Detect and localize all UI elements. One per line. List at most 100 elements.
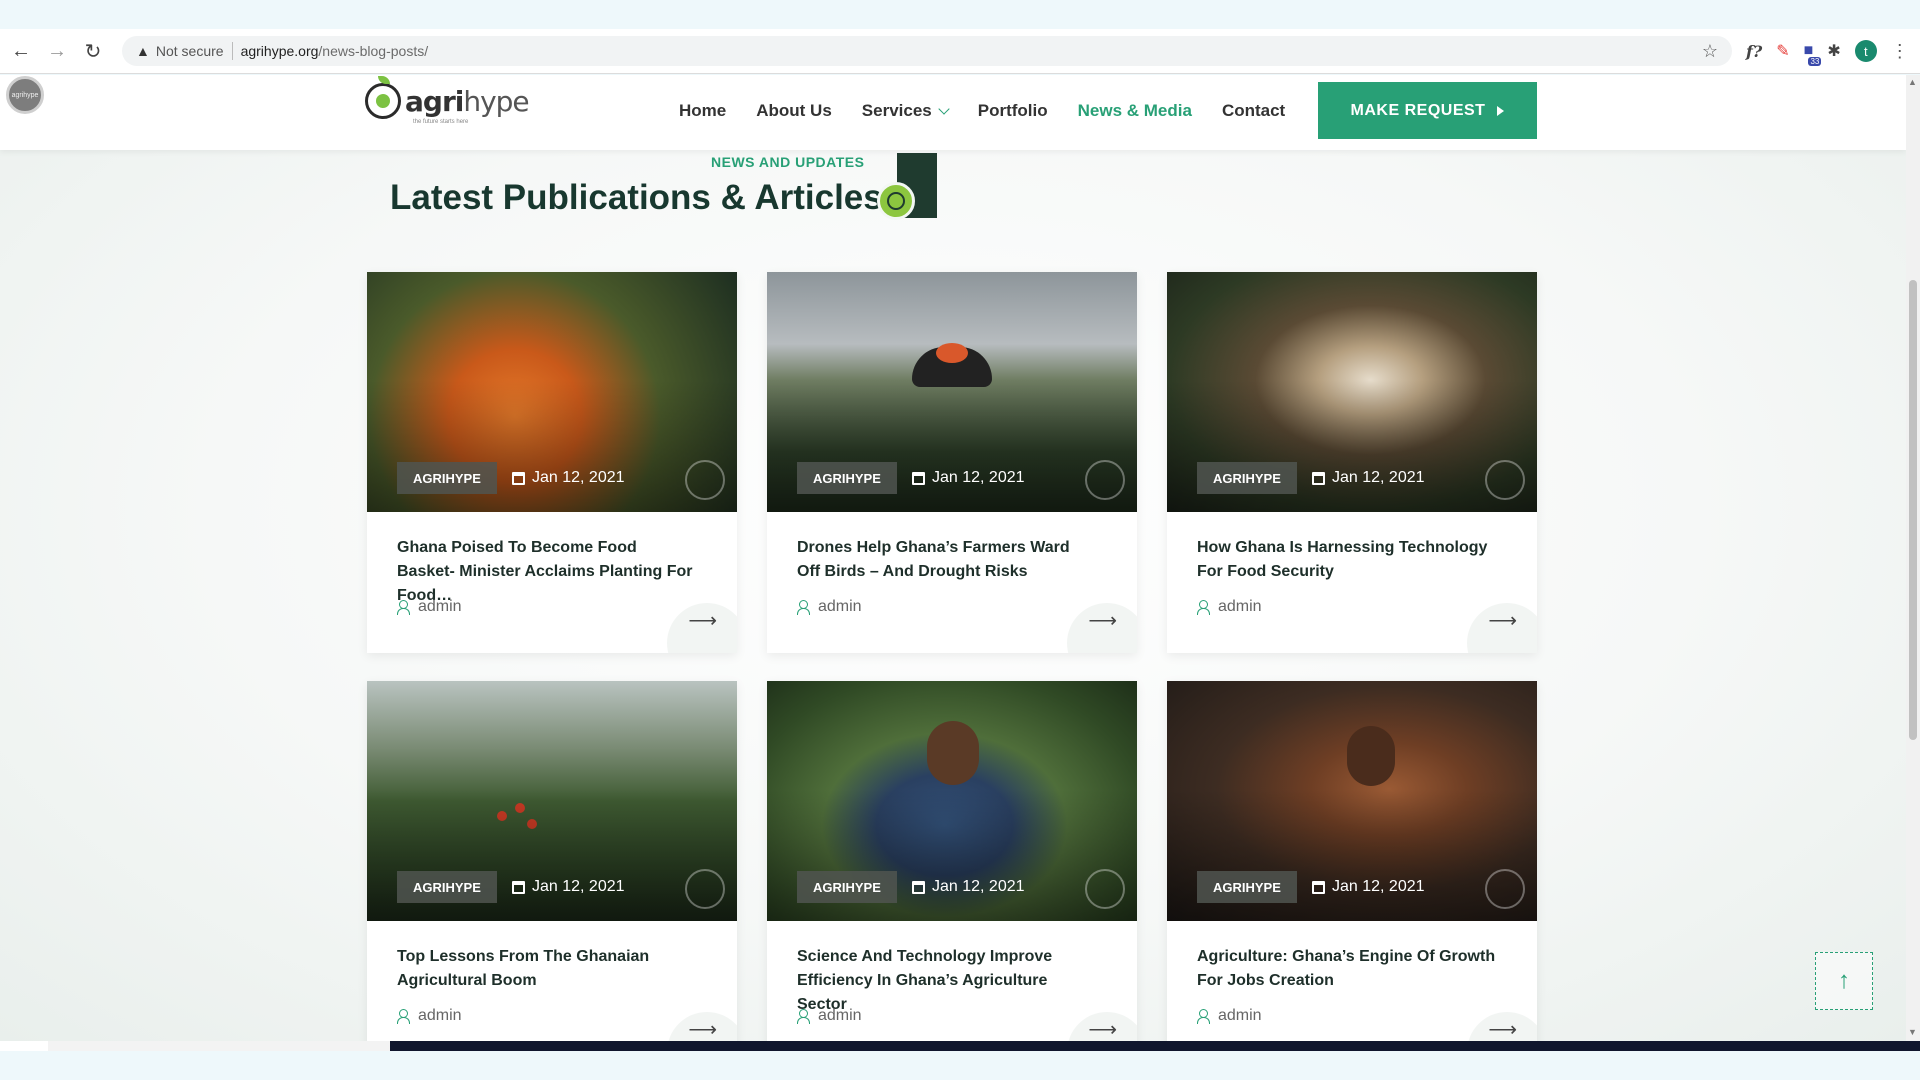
calendar-icon	[912, 880, 925, 894]
calendar-icon	[512, 471, 525, 485]
post-card[interactable]: AGRIHYPE Jan 12, 2021 Ghana Poised To Be…	[367, 272, 737, 653]
start-button[interactable]	[0, 1041, 48, 1051]
arrow-right-icon[interactable]: ⟶	[1488, 1017, 1517, 1041]
url-host: agrihype.org	[240, 43, 319, 59]
user-icon	[1197, 1009, 1210, 1024]
post-category-tag[interactable]: AGRIHYPE	[397, 462, 497, 494]
user-icon	[797, 600, 810, 615]
post-card[interactable]: AGRIHYPE Jan 12, 2021 Agriculture: Ghana…	[1167, 681, 1537, 1041]
post-title[interactable]: How Ghana Is Harnessing Technology For F…	[1197, 536, 1497, 584]
nav-contact[interactable]: Contact	[1222, 101, 1285, 121]
post-title[interactable]: Drones Help Ghana’s Farmers Ward Off Bir…	[797, 536, 1097, 584]
nav-home[interactable]: Home	[679, 101, 726, 121]
chevron-down-icon	[938, 103, 950, 115]
post-author: admin	[397, 1007, 462, 1025]
calendar-icon	[512, 880, 525, 894]
profile-avatar[interactable]: t	[1854, 40, 1877, 62]
warning-icon: ▲	[136, 43, 150, 59]
arrow-right-icon[interactable]: ⟶	[688, 1017, 717, 1041]
address-divider	[231, 42, 233, 60]
watermark-icon	[1485, 869, 1525, 909]
make-request-button[interactable]: MAKE REQUEST	[1318, 82, 1537, 139]
post-category-tag[interactable]: AGRIHYPE	[1197, 462, 1297, 494]
camera-badge-icon	[877, 182, 915, 220]
post-title[interactable]: Top Lessons From The Ghanaian Agricultur…	[397, 945, 697, 993]
user-icon	[397, 1009, 410, 1024]
post-date: Jan 12, 2021	[512, 871, 625, 903]
formula-extension-icon[interactable]: f?	[1746, 42, 1762, 61]
play-triangle-icon	[1497, 105, 1505, 116]
post-card[interactable]: AGRIHYPE Jan 12, 2021 Science And Techno…	[767, 681, 1137, 1041]
nav-about-us[interactable]: About Us	[756, 101, 832, 121]
graduation-cap-extension-icon[interactable]: ■ 33	[1804, 42, 1822, 66]
calendar-icon	[912, 471, 925, 485]
post-date: Jan 12, 2021	[1312, 462, 1425, 494]
site-header: agrihype the future starts here Home Abo…	[0, 75, 1906, 150]
not-secure-label: Not secure	[155, 43, 224, 59]
arrow-right-icon[interactable]: ⟶	[1488, 608, 1517, 633]
post-author: admin	[1197, 1007, 1262, 1025]
os-taskbar	[0, 1041, 1920, 1051]
post-category-tag[interactable]: AGRIHYPE	[797, 462, 897, 494]
post-date: Jan 12, 2021	[912, 871, 1025, 903]
calendar-icon	[1312, 880, 1325, 894]
site-logo[interactable]: agrihype the future starts here	[365, 76, 530, 125]
post-card[interactable]: AGRIHYPE Jan 12, 2021 Top Lessons From T…	[367, 681, 737, 1041]
taskbar-search[interactable]	[48, 1041, 390, 1051]
pen-extension-icon[interactable]: ✎	[1776, 41, 1789, 61]
scroll-down-arrow-icon[interactable]: ▼	[1908, 1027, 1917, 1037]
page-viewport: agrihype the future starts here Home Abo…	[0, 75, 1906, 1041]
post-date: Jan 12, 2021	[1312, 871, 1425, 903]
post-author: admin	[797, 1007, 862, 1025]
scroll-up-arrow-icon[interactable]: ▲	[1908, 77, 1917, 87]
puzzle-icon[interactable]: ✱	[1827, 41, 1840, 61]
logo-text: agrihype	[405, 84, 530, 118]
post-category-tag[interactable]: AGRIHYPE	[397, 871, 497, 903]
watermark-icon	[685, 460, 725, 500]
bookmark-star-icon[interactable]: ☆	[1702, 41, 1718, 62]
post-category-tag[interactable]: AGRIHYPE	[797, 871, 897, 903]
forward-arrow-icon[interactable]: →	[42, 36, 72, 66]
user-icon	[797, 1009, 810, 1024]
floating-chat-avatar[interactable]: agrihype	[6, 76, 44, 114]
post-author: admin	[1197, 598, 1262, 616]
user-icon	[397, 600, 410, 615]
nav-news-media[interactable]: News & Media	[1078, 101, 1192, 121]
calendar-icon	[1312, 471, 1325, 485]
arrow-right-icon[interactable]: ⟶	[688, 608, 717, 633]
url-path: /news-blog-posts/	[318, 43, 429, 59]
scroll-to-top-button[interactable]: ↑	[1815, 952, 1873, 1010]
scrollbar-thumb[interactable]	[1909, 280, 1917, 740]
page-scrollbar[interactable]: ▲ ▼	[1906, 75, 1920, 1041]
back-arrow-icon[interactable]: ←	[6, 36, 36, 66]
extension-badge: 33	[1808, 57, 1822, 66]
watermark-icon	[1085, 869, 1125, 909]
watermark-icon	[1085, 460, 1125, 500]
user-icon	[1197, 600, 1210, 615]
logo-tagline: the future starts here	[413, 119, 469, 125]
section-subtitle: NEWS AND UPDATES	[711, 154, 865, 170]
kebab-menu-icon[interactable]: ⋮	[1891, 41, 1909, 62]
logo-mark-icon	[365, 76, 401, 119]
make-request-label: MAKE REQUEST	[1350, 101, 1486, 119]
post-author: admin	[797, 598, 862, 616]
post-author: admin	[397, 598, 462, 616]
extensions-bar: f? ✎ ■ 33 ✱ t ⋮	[1746, 40, 1917, 66]
post-date: Jan 12, 2021	[912, 462, 1025, 494]
post-category-tag[interactable]: AGRIHYPE	[1197, 871, 1297, 903]
watermark-icon	[685, 869, 725, 909]
section-title: Latest Publications & Articles	[390, 178, 883, 217]
reload-icon[interactable]: ↻	[78, 36, 108, 66]
arrow-right-icon[interactable]: ⟶	[1088, 608, 1117, 633]
nav-services[interactable]: Services	[862, 101, 950, 121]
address-bar[interactable]: ▲ Not secure agrihype.org/news-blog-post…	[122, 36, 1732, 66]
browser-toolbar: ← → ↻ ▲ Not secure agrihype.org/news-blo…	[0, 29, 1920, 74]
nav-portfolio[interactable]: Portfolio	[978, 101, 1048, 121]
arrow-right-icon[interactable]: ⟶	[1088, 1017, 1117, 1041]
post-card[interactable]: AGRIHYPE Jan 12, 2021 Drones Help Ghana’…	[767, 272, 1137, 653]
post-date: Jan 12, 2021	[512, 462, 625, 494]
watermark-icon	[1485, 460, 1525, 500]
post-card[interactable]: AGRIHYPE Jan 12, 2021 How Ghana Is Harne…	[1167, 272, 1537, 653]
post-title[interactable]: Agriculture: Ghana’s Engine Of Growth Fo…	[1197, 945, 1497, 993]
main-menu: Home About Us Services Portfolio News & …	[679, 101, 1285, 121]
